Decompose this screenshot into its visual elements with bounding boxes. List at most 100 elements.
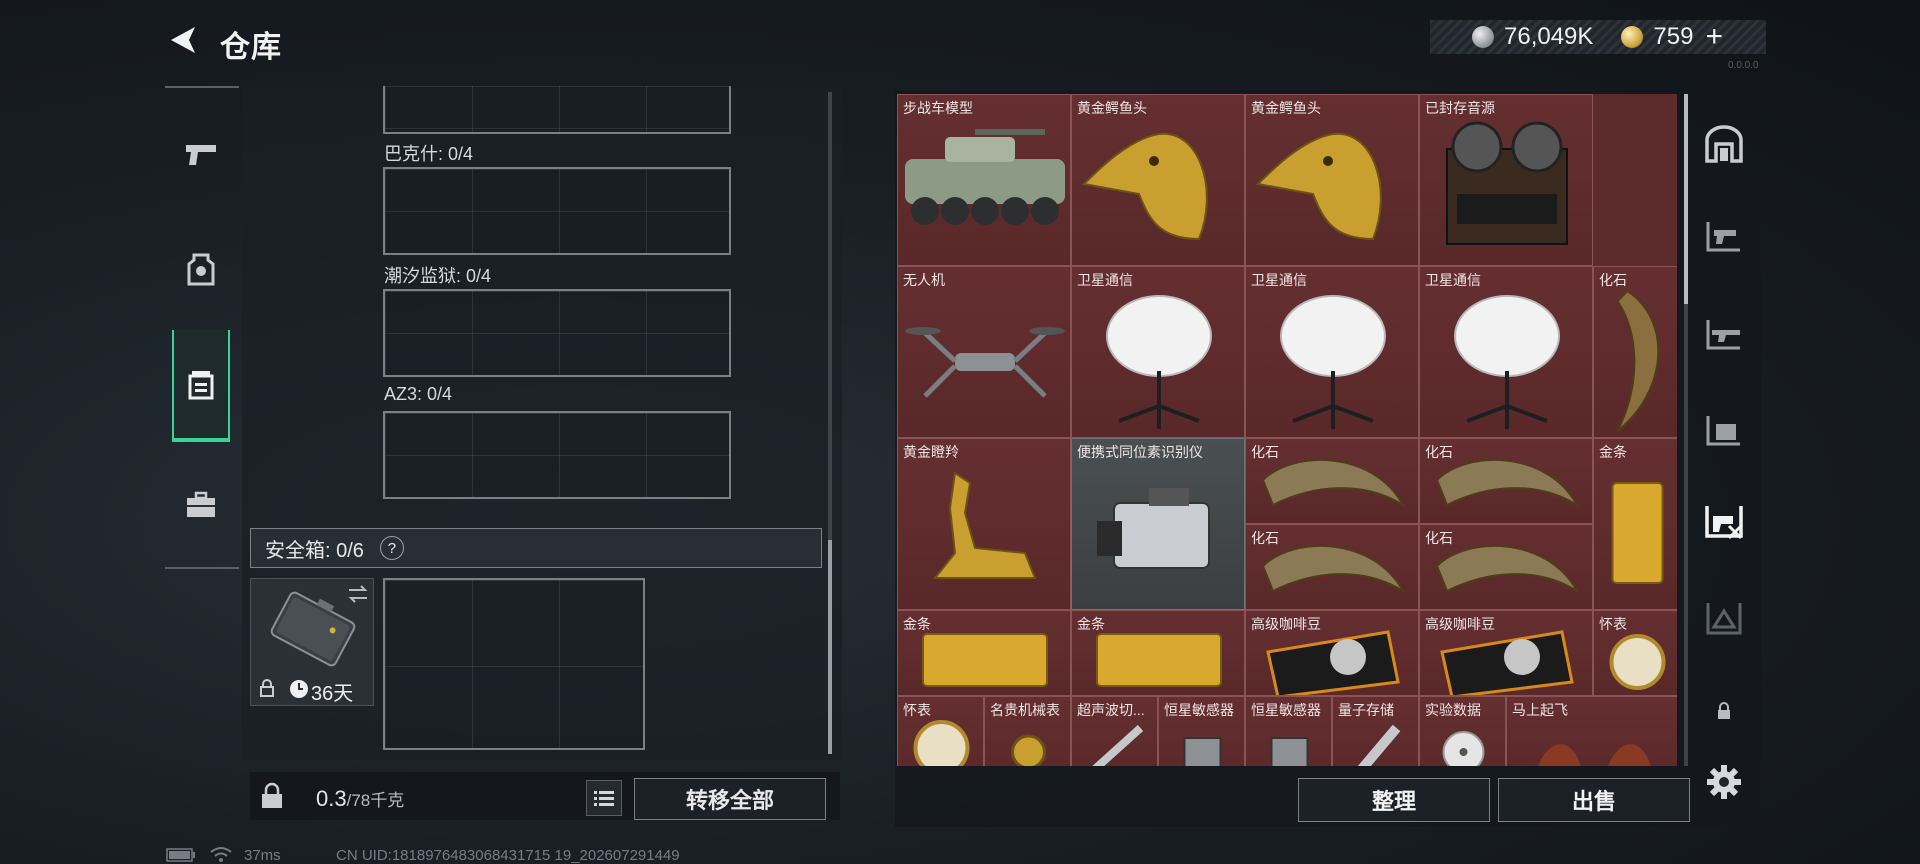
tab-locked[interactable] bbox=[1700, 696, 1748, 726]
inventory-item[interactable]: 化石 bbox=[1419, 438, 1593, 524]
uid-text: CN UID:1818976483068431715 19_2026072914… bbox=[336, 847, 680, 864]
container-grid-az3[interactable] bbox=[383, 411, 731, 499]
tab-stash-home[interactable] bbox=[1700, 120, 1748, 168]
tab-shelf-gear[interactable] bbox=[1700, 310, 1748, 358]
item-name: 金条 bbox=[1077, 616, 1105, 632]
tab-weapons[interactable] bbox=[172, 100, 230, 210]
inventory-item[interactable]: 名贵机械表 bbox=[984, 696, 1071, 766]
inventory-item[interactable]: 卫星通信 bbox=[1245, 266, 1419, 438]
rail-divider-bottom bbox=[165, 567, 239, 569]
sell-button[interactable]: 出售 bbox=[1498, 778, 1690, 822]
weight-current: 0.3 bbox=[316, 786, 347, 811]
inventory-item[interactable]: 高级咖啡豆 bbox=[1419, 610, 1593, 696]
item-name: 化石 bbox=[1599, 272, 1627, 288]
item-name: 超声波切... bbox=[1077, 702, 1145, 718]
gold-gazelle-icon bbox=[932, 471, 1037, 579]
item-name: 卫星通信 bbox=[1077, 272, 1133, 288]
armor-vest-icon bbox=[187, 253, 215, 286]
lock-icon bbox=[1718, 702, 1730, 719]
inventory-item[interactable]: 化石 bbox=[1419, 524, 1593, 610]
item-name: 便携式同位素识别仪 bbox=[1077, 444, 1203, 460]
weight-readout: 0.3/78千克 bbox=[316, 786, 404, 812]
safebox-grid[interactable] bbox=[383, 578, 645, 750]
inventory-item[interactable]: 步战车模型 bbox=[897, 94, 1071, 266]
container-label-az3: AZ3: 0/4 bbox=[384, 384, 453, 404]
item-name: 无人机 bbox=[903, 272, 945, 288]
gold-coin-icon bbox=[1621, 26, 1644, 48]
list-view-button[interactable] bbox=[586, 780, 622, 816]
safebox-item[interactable]: 36天 bbox=[250, 578, 374, 706]
safebox-help-button[interactable]: ? bbox=[379, 536, 404, 560]
inventory-item[interactable]: 怀表 bbox=[897, 696, 984, 766]
gold-bar-icon bbox=[1611, 482, 1664, 584]
item-name: 高级咖啡豆 bbox=[1251, 616, 1321, 632]
container-grid-tidal-prison[interactable] bbox=[383, 289, 731, 377]
inventory-item[interactable]: 无人机 bbox=[897, 266, 1071, 438]
inventory-scroll-thumb[interactable] bbox=[1684, 94, 1688, 304]
page-title: 仓库 bbox=[220, 31, 282, 64]
inventory-item[interactable]: 便携式同位素识别仪 bbox=[1071, 438, 1245, 610]
currency-bar: 76,049K 759 + bbox=[1430, 20, 1766, 54]
silver-coin-icon bbox=[1472, 26, 1494, 48]
item-name: 名贵机械表 bbox=[990, 702, 1060, 718]
reel-recorder-icon bbox=[1446, 121, 1568, 245]
item-name: 恒星敏感器 bbox=[1251, 702, 1321, 718]
inventory-item[interactable]: 怀表 bbox=[1593, 610, 1677, 696]
inventory-item[interactable]: 已封存音源 bbox=[1419, 94, 1593, 266]
item-name: 恒星敏感器 bbox=[1164, 702, 1234, 718]
inventory-item[interactable]: 黄金瞪羚 bbox=[897, 438, 1071, 610]
item-name: 量子存储 bbox=[1338, 702, 1394, 718]
inventory-item[interactable]: 恒星敏感器 bbox=[1245, 696, 1332, 766]
item-name: 已封存音源 bbox=[1425, 100, 1495, 116]
inventory-item[interactable]: 卫星通信 bbox=[1419, 266, 1593, 438]
weight-lock-icon bbox=[262, 782, 282, 808]
inventory-item[interactable]: 高级咖啡豆 bbox=[1245, 610, 1419, 696]
item-name: 高级咖啡豆 bbox=[1425, 616, 1495, 632]
add-currency-button[interactable]: + bbox=[1705, 20, 1723, 54]
gold-croc-head-icon bbox=[1255, 132, 1382, 241]
tab-shelf-supplies[interactable] bbox=[1700, 406, 1748, 454]
sort-button[interactable]: 整理 bbox=[1298, 778, 1490, 822]
tab-shelf-special[interactable] bbox=[1700, 594, 1748, 642]
inventory-item[interactable]: 黄金鳄鱼头 bbox=[1071, 94, 1245, 266]
inventory-item[interactable]: 化石 bbox=[1245, 438, 1419, 524]
inventory-item[interactable]: 卫星通信 bbox=[1071, 266, 1245, 438]
tab-shelf-collectibles[interactable] bbox=[1700, 498, 1748, 546]
satellite-dish-icon bbox=[1106, 295, 1212, 429]
inventory-item[interactable]: 金条 bbox=[897, 610, 1071, 696]
container-grid-bakesh[interactable] bbox=[383, 167, 731, 255]
inventory-item[interactable]: 黄金鳄鱼头 bbox=[1245, 94, 1419, 266]
item-name: 怀表 bbox=[1599, 616, 1627, 632]
inventory-item[interactable]: 金条 bbox=[1071, 610, 1245, 696]
weight-max: /78千克 bbox=[346, 791, 405, 810]
item-name: 化石 bbox=[1425, 444, 1453, 460]
transfer-all-button[interactable]: 转移全部 bbox=[634, 778, 826, 820]
back-button[interactable] bbox=[165, 22, 201, 58]
apc-model-icon bbox=[905, 129, 1065, 225]
inventory-item[interactable]: 化石 bbox=[1245, 524, 1419, 610]
inventory-item[interactable]: 量子存储 bbox=[1332, 696, 1419, 766]
container-grid-top[interactable] bbox=[383, 86, 731, 134]
swap-icon bbox=[348, 585, 368, 603]
isotope-scanner-icon bbox=[1097, 488, 1210, 569]
list-icon bbox=[594, 791, 614, 806]
inventory-item[interactable]: 恒星敏感器 bbox=[1158, 696, 1245, 766]
inventory-item[interactable]: 金条 bbox=[1593, 438, 1677, 610]
inventory-item[interactable]: 实验数据 bbox=[1419, 696, 1506, 766]
tab-backpack[interactable] bbox=[172, 330, 230, 442]
stash-scroll-thumb[interactable] bbox=[828, 540, 832, 754]
inventory-item[interactable]: 马上起飞 bbox=[1506, 696, 1677, 766]
tab-shelf-weapons[interactable] bbox=[1700, 212, 1748, 260]
shelf-collectible-icon bbox=[1705, 506, 1743, 540]
item-name: 马上起飞 bbox=[1512, 702, 1568, 718]
tab-cases[interactable] bbox=[172, 450, 230, 560]
inventory-item[interactable]: 超声波切... bbox=[1071, 696, 1158, 766]
inventory-item[interactable]: 化石 bbox=[1593, 266, 1677, 438]
tab-equipment[interactable] bbox=[172, 215, 230, 325]
settings-button[interactable] bbox=[1700, 758, 1748, 806]
item-name: 黄金鳄鱼头 bbox=[1077, 100, 1147, 116]
clock-icon bbox=[290, 680, 308, 698]
satellite-dish-icon bbox=[1454, 295, 1560, 429]
item-name: 金条 bbox=[903, 616, 931, 632]
item-name: 卫星通信 bbox=[1425, 272, 1481, 288]
